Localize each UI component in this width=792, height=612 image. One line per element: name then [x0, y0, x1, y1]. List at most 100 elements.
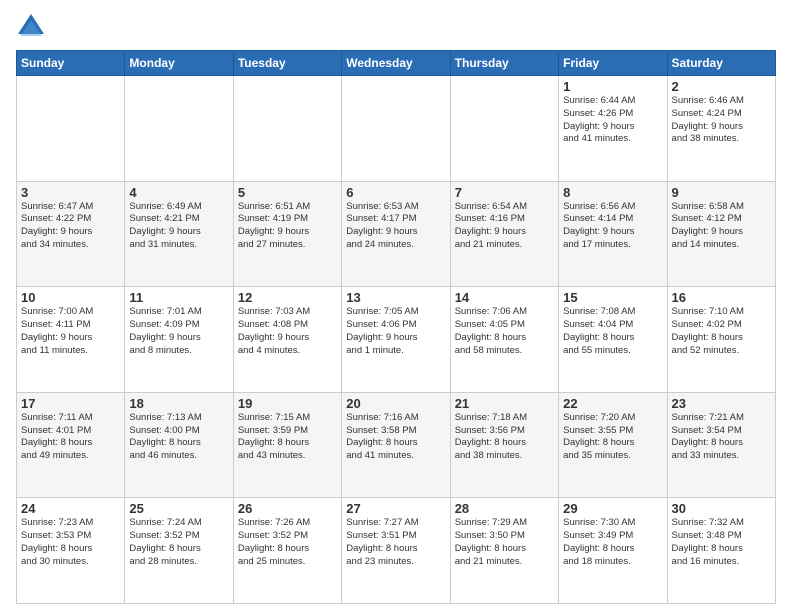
day-info: Sunrise: 7:18 AMSunset: 3:56 PMDaylight:…	[455, 412, 554, 463]
calendar-cell: 2Sunrise: 6:46 AMSunset: 4:24 PMDaylight…	[667, 76, 775, 182]
calendar-header-row: SundayMondayTuesdayWednesdayThursdayFrid…	[17, 51, 776, 76]
day-info: Sunrise: 7:15 AMSunset: 3:59 PMDaylight:…	[238, 412, 337, 463]
day-number: 22	[563, 396, 662, 411]
day-info: Sunrise: 6:53 AMSunset: 4:17 PMDaylight:…	[346, 201, 445, 252]
calendar-cell: 23Sunrise: 7:21 AMSunset: 3:54 PMDayligh…	[667, 392, 775, 498]
day-number: 26	[238, 501, 337, 516]
day-info: Sunrise: 6:58 AMSunset: 4:12 PMDaylight:…	[672, 201, 771, 252]
calendar-week-row: 10Sunrise: 7:00 AMSunset: 4:11 PMDayligh…	[17, 287, 776, 393]
day-info: Sunrise: 6:47 AMSunset: 4:22 PMDaylight:…	[21, 201, 120, 252]
day-info: Sunrise: 7:05 AMSunset: 4:06 PMDaylight:…	[346, 306, 445, 357]
calendar-cell: 22Sunrise: 7:20 AMSunset: 3:55 PMDayligh…	[559, 392, 667, 498]
day-number: 10	[21, 290, 120, 305]
calendar-week-row: 24Sunrise: 7:23 AMSunset: 3:53 PMDayligh…	[17, 498, 776, 604]
day-number: 9	[672, 185, 771, 200]
calendar-cell: 4Sunrise: 6:49 AMSunset: 4:21 PMDaylight…	[125, 181, 233, 287]
calendar-cell: 5Sunrise: 6:51 AMSunset: 4:19 PMDaylight…	[233, 181, 341, 287]
day-info: Sunrise: 6:49 AMSunset: 4:21 PMDaylight:…	[129, 201, 228, 252]
logo-icon	[16, 12, 46, 42]
day-number: 8	[563, 185, 662, 200]
day-info: Sunrise: 7:08 AMSunset: 4:04 PMDaylight:…	[563, 306, 662, 357]
calendar-header-tuesday: Tuesday	[233, 51, 341, 76]
day-info: Sunrise: 7:03 AMSunset: 4:08 PMDaylight:…	[238, 306, 337, 357]
day-info: Sunrise: 7:30 AMSunset: 3:49 PMDaylight:…	[563, 517, 662, 568]
day-number: 1	[563, 79, 662, 94]
day-info: Sunrise: 6:46 AMSunset: 4:24 PMDaylight:…	[672, 95, 771, 146]
calendar-cell: 6Sunrise: 6:53 AMSunset: 4:17 PMDaylight…	[342, 181, 450, 287]
calendar-cell: 13Sunrise: 7:05 AMSunset: 4:06 PMDayligh…	[342, 287, 450, 393]
day-number: 16	[672, 290, 771, 305]
calendar-cell	[233, 76, 341, 182]
calendar-cell: 24Sunrise: 7:23 AMSunset: 3:53 PMDayligh…	[17, 498, 125, 604]
day-number: 3	[21, 185, 120, 200]
day-number: 18	[129, 396, 228, 411]
calendar-cell	[450, 76, 558, 182]
calendar-cell: 11Sunrise: 7:01 AMSunset: 4:09 PMDayligh…	[125, 287, 233, 393]
day-number: 29	[563, 501, 662, 516]
day-info: Sunrise: 7:06 AMSunset: 4:05 PMDaylight:…	[455, 306, 554, 357]
day-info: Sunrise: 6:51 AMSunset: 4:19 PMDaylight:…	[238, 201, 337, 252]
day-number: 19	[238, 396, 337, 411]
calendar-week-row: 3Sunrise: 6:47 AMSunset: 4:22 PMDaylight…	[17, 181, 776, 287]
day-info: Sunrise: 7:32 AMSunset: 3:48 PMDaylight:…	[672, 517, 771, 568]
day-number: 28	[455, 501, 554, 516]
day-info: Sunrise: 7:01 AMSunset: 4:09 PMDaylight:…	[129, 306, 228, 357]
calendar-cell: 28Sunrise: 7:29 AMSunset: 3:50 PMDayligh…	[450, 498, 558, 604]
day-number: 30	[672, 501, 771, 516]
day-info: Sunrise: 7:26 AMSunset: 3:52 PMDaylight:…	[238, 517, 337, 568]
calendar-header-wednesday: Wednesday	[342, 51, 450, 76]
day-info: Sunrise: 7:00 AMSunset: 4:11 PMDaylight:…	[21, 306, 120, 357]
day-number: 24	[21, 501, 120, 516]
calendar-cell: 8Sunrise: 6:56 AMSunset: 4:14 PMDaylight…	[559, 181, 667, 287]
calendar-cell: 17Sunrise: 7:11 AMSunset: 4:01 PMDayligh…	[17, 392, 125, 498]
calendar-header-thursday: Thursday	[450, 51, 558, 76]
calendar-cell: 21Sunrise: 7:18 AMSunset: 3:56 PMDayligh…	[450, 392, 558, 498]
calendar-cell: 1Sunrise: 6:44 AMSunset: 4:26 PMDaylight…	[559, 76, 667, 182]
day-info: Sunrise: 7:13 AMSunset: 4:00 PMDaylight:…	[129, 412, 228, 463]
calendar-header-friday: Friday	[559, 51, 667, 76]
calendar-cell: 30Sunrise: 7:32 AMSunset: 3:48 PMDayligh…	[667, 498, 775, 604]
calendar-week-row: 1Sunrise: 6:44 AMSunset: 4:26 PMDaylight…	[17, 76, 776, 182]
day-number: 5	[238, 185, 337, 200]
day-number: 6	[346, 185, 445, 200]
calendar-header-sunday: Sunday	[17, 51, 125, 76]
calendar-cell	[342, 76, 450, 182]
day-info: Sunrise: 7:23 AMSunset: 3:53 PMDaylight:…	[21, 517, 120, 568]
day-number: 2	[672, 79, 771, 94]
day-info: Sunrise: 7:29 AMSunset: 3:50 PMDaylight:…	[455, 517, 554, 568]
day-info: Sunrise: 7:27 AMSunset: 3:51 PMDaylight:…	[346, 517, 445, 568]
day-number: 13	[346, 290, 445, 305]
calendar-cell	[17, 76, 125, 182]
calendar-cell: 9Sunrise: 6:58 AMSunset: 4:12 PMDaylight…	[667, 181, 775, 287]
calendar-cell: 29Sunrise: 7:30 AMSunset: 3:49 PMDayligh…	[559, 498, 667, 604]
calendar-cell	[125, 76, 233, 182]
day-number: 23	[672, 396, 771, 411]
calendar-cell: 18Sunrise: 7:13 AMSunset: 4:00 PMDayligh…	[125, 392, 233, 498]
day-info: Sunrise: 6:54 AMSunset: 4:16 PMDaylight:…	[455, 201, 554, 252]
day-number: 4	[129, 185, 228, 200]
calendar-cell: 16Sunrise: 7:10 AMSunset: 4:02 PMDayligh…	[667, 287, 775, 393]
calendar-cell: 7Sunrise: 6:54 AMSunset: 4:16 PMDaylight…	[450, 181, 558, 287]
day-info: Sunrise: 7:10 AMSunset: 4:02 PMDaylight:…	[672, 306, 771, 357]
calendar-cell: 3Sunrise: 6:47 AMSunset: 4:22 PMDaylight…	[17, 181, 125, 287]
calendar-cell: 26Sunrise: 7:26 AMSunset: 3:52 PMDayligh…	[233, 498, 341, 604]
calendar-cell: 12Sunrise: 7:03 AMSunset: 4:08 PMDayligh…	[233, 287, 341, 393]
day-number: 25	[129, 501, 228, 516]
day-number: 12	[238, 290, 337, 305]
day-info: Sunrise: 6:56 AMSunset: 4:14 PMDaylight:…	[563, 201, 662, 252]
day-info: Sunrise: 7:21 AMSunset: 3:54 PMDaylight:…	[672, 412, 771, 463]
calendar-cell: 25Sunrise: 7:24 AMSunset: 3:52 PMDayligh…	[125, 498, 233, 604]
calendar-cell: 19Sunrise: 7:15 AMSunset: 3:59 PMDayligh…	[233, 392, 341, 498]
day-number: 15	[563, 290, 662, 305]
calendar-table: SundayMondayTuesdayWednesdayThursdayFrid…	[16, 50, 776, 604]
day-number: 17	[21, 396, 120, 411]
day-number: 7	[455, 185, 554, 200]
day-info: Sunrise: 7:20 AMSunset: 3:55 PMDaylight:…	[563, 412, 662, 463]
logo	[16, 12, 50, 42]
page: SundayMondayTuesdayWednesdayThursdayFrid…	[0, 0, 792, 612]
day-number: 20	[346, 396, 445, 411]
calendar-week-row: 17Sunrise: 7:11 AMSunset: 4:01 PMDayligh…	[17, 392, 776, 498]
calendar-cell: 20Sunrise: 7:16 AMSunset: 3:58 PMDayligh…	[342, 392, 450, 498]
day-info: Sunrise: 7:24 AMSunset: 3:52 PMDaylight:…	[129, 517, 228, 568]
calendar-cell: 27Sunrise: 7:27 AMSunset: 3:51 PMDayligh…	[342, 498, 450, 604]
